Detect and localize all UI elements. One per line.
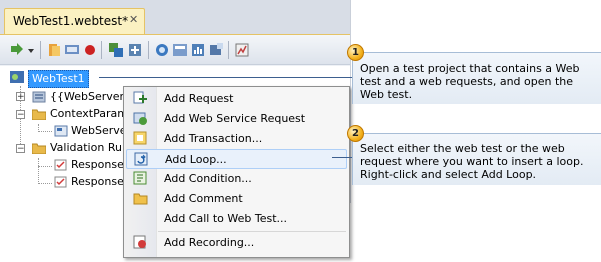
validation-rule-icon bbox=[54, 159, 68, 171]
context-menu: Add Request Add Web Service Request Add … bbox=[123, 86, 350, 258]
tree-root-webtest1[interactable]: WebTest1 bbox=[28, 70, 89, 88]
menu-item-label: Add Web Service Request bbox=[164, 112, 306, 125]
menu-item-add-transaction[interactable]: Add Transaction... bbox=[126, 129, 347, 149]
report-icon[interactable] bbox=[234, 42, 250, 58]
web-server-icon bbox=[32, 91, 46, 103]
tree-connector bbox=[38, 158, 39, 184]
tree-node-context-params[interactable]: ContextParam bbox=[50, 106, 128, 122]
menu-item-add-comment[interactable]: Add Comment bbox=[126, 189, 347, 209]
menu-separator bbox=[158, 231, 346, 232]
menu-item-label: Add Transaction... bbox=[164, 132, 263, 145]
tree-connector bbox=[38, 166, 52, 167]
add-transaction-icon bbox=[133, 131, 148, 146]
menu-item-label: Add Loop... bbox=[165, 153, 227, 166]
open-icon[interactable] bbox=[46, 42, 62, 58]
menu-item-label: Add Request bbox=[164, 92, 234, 105]
toolbar-separator bbox=[148, 41, 149, 59]
parameterize-icon[interactable] bbox=[64, 42, 80, 58]
web-test-toolbar bbox=[0, 34, 350, 65]
callout-2-line: Select either the web test or the web bbox=[360, 142, 565, 155]
tree-node-webserver-param[interactable]: WebServe bbox=[71, 123, 127, 139]
callout-1-text: Open a test project that contains a Web … bbox=[360, 62, 580, 101]
callout-1-line: Web test. bbox=[360, 88, 413, 101]
menu-item-add-recording[interactable]: Add Recording... bbox=[126, 233, 347, 253]
callout-1-number: 1 bbox=[347, 44, 364, 61]
callout-1-leader bbox=[99, 77, 355, 78]
callout-2-text: Select either the web test or the web re… bbox=[360, 142, 583, 181]
expand-toggle[interactable]: + bbox=[16, 92, 25, 102]
menu-item-label: Add Recording... bbox=[164, 236, 255, 249]
tree-connector bbox=[38, 183, 52, 184]
menu-item-add-condition[interactable]: Add Condition... bbox=[126, 169, 347, 189]
set-context-icon[interactable] bbox=[154, 42, 170, 58]
add-recording-icon bbox=[133, 235, 148, 250]
menu-item-add-request[interactable]: Add Request bbox=[126, 89, 347, 109]
callout-1-line: test and a web requests, and open the bbox=[360, 75, 574, 88]
context-parameter-icon bbox=[54, 125, 68, 137]
expand-toggle[interactable]: − bbox=[16, 144, 25, 154]
tree-node-validation-rules[interactable]: Validation Ru bbox=[50, 140, 122, 156]
callout-2-line: request where you want to insert a loop. bbox=[360, 155, 584, 168]
menu-item-label: Add Call to Web Test... bbox=[164, 212, 287, 225]
dropdown-arrow-icon[interactable] bbox=[27, 42, 35, 58]
run-test-icon[interactable] bbox=[9, 42, 25, 58]
web-test-icon bbox=[10, 71, 24, 83]
document-tab-title: WebTest1.webtest* bbox=[13, 14, 129, 28]
tree-node-webserver[interactable]: {{WebServer1 bbox=[50, 89, 131, 105]
folder-icon bbox=[31, 142, 47, 155]
folder-icon bbox=[31, 108, 47, 121]
toolbar-separator bbox=[101, 41, 102, 59]
add-request-icon bbox=[133, 91, 148, 106]
callout-2-number: 2 bbox=[347, 125, 364, 142]
menu-item-add-web-service-request[interactable]: Add Web Service Request bbox=[126, 109, 347, 129]
menu-item-add-call-to-web-test[interactable]: Add Call to Web Test... bbox=[126, 209, 347, 229]
tree-node-response-1[interactable]: Response bbox=[71, 157, 124, 173]
menu-item-label: Add Comment bbox=[164, 192, 243, 205]
performance-session-icon[interactable] bbox=[190, 42, 206, 58]
menu-item-add-loop[interactable]: Add Loop... bbox=[126, 149, 347, 169]
callout-2-line: Right-click and select Add Loop. bbox=[360, 168, 537, 181]
close-icon[interactable]: ✕ bbox=[129, 13, 138, 26]
record-icon[interactable] bbox=[82, 42, 98, 58]
add-web-service-request-icon bbox=[133, 111, 148, 126]
toolbar-separator bbox=[40, 41, 41, 59]
add-comment-icon bbox=[133, 191, 148, 206]
tree-connector bbox=[38, 131, 52, 132]
add-condition-icon bbox=[133, 171, 148, 186]
callout-1-line: Open a test project that contains a Web bbox=[360, 62, 580, 75]
document-tab[interactable]: WebTest1.webtest* ✕ bbox=[4, 8, 145, 34]
toolbar-separator bbox=[228, 41, 229, 59]
properties-icon[interactable] bbox=[208, 42, 224, 58]
add-transaction-icon[interactable] bbox=[127, 42, 143, 58]
tree-node-response-2[interactable]: Response bbox=[71, 174, 124, 190]
generate-code-icon[interactable] bbox=[172, 42, 188, 58]
add-loop-icon bbox=[134, 152, 149, 167]
validation-rule-icon bbox=[54, 176, 68, 188]
add-request-icon[interactable] bbox=[108, 42, 124, 58]
document-tab-strip: WebTest1.webtest* ✕ bbox=[0, 0, 350, 34]
menu-item-label: Add Condition... bbox=[164, 172, 252, 185]
expand-toggle[interactable]: − bbox=[16, 110, 25, 120]
